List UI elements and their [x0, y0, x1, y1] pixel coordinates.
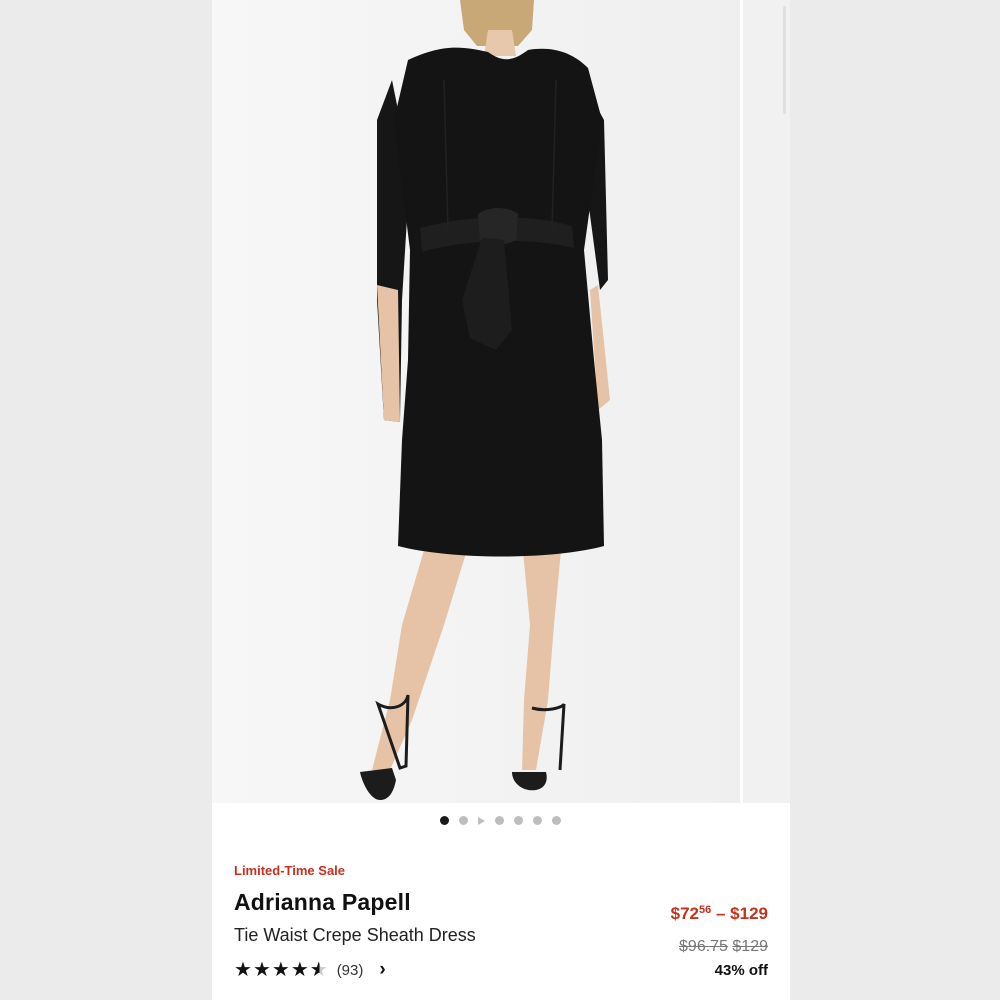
pagination-dot-5[interactable] — [513, 816, 523, 825]
pagination-dot-6[interactable] — [532, 816, 542, 825]
pagination-dot-2[interactable] — [458, 816, 468, 825]
star-icon: ★ — [290, 959, 309, 981]
product-image[interactable] — [212, 0, 740, 803]
video-play-icon[interactable] — [477, 817, 485, 825]
rating-row[interactable]: ★ ★ ★ ★ ★ (93) › — [234, 958, 386, 982]
sale-price-range: $7256 – $129 — [671, 904, 768, 924]
dress-photo-illustration — [212, 0, 740, 803]
brand-name[interactable]: Adrianna Papell — [234, 889, 411, 916]
chevron-right-icon[interactable]: › — [379, 959, 385, 981]
original-price-low: $96.75 — [679, 938, 728, 955]
product-screen: Limited-Time Sale Adrianna Papell Tie Wa… — [212, 0, 790, 1000]
right-background — [790, 0, 1000, 1000]
product-title: Tie Waist Crepe Sheath Dress — [234, 925, 476, 945]
pagination-dot-7[interactable] — [551, 816, 561, 825]
left-background — [0, 0, 212, 1000]
sale-price-low-dollars: $72 — [670, 904, 699, 923]
half-star-icon: ★ — [309, 959, 328, 981]
image-pagination — [212, 816, 790, 828]
star-icon: ★ — [252, 959, 271, 981]
sale-price-low-cents: 56 — [698, 904, 712, 916]
original-price-high: $129 — [732, 938, 768, 955]
review-count: (93) — [336, 961, 364, 979]
price-separator: – — [715, 904, 726, 923]
pagination-dot-1[interactable] — [439, 816, 449, 825]
discount-label: 43% off — [714, 962, 768, 979]
next-image-peek[interactable] — [743, 0, 790, 803]
sale-badge: Limited-Time Sale — [234, 863, 346, 878]
next-image-edge — [783, 6, 786, 114]
sale-price-high: $129 — [730, 904, 768, 923]
original-price-range: $96.75 $129 — [679, 938, 768, 956]
pagination-dot-4[interactable] — [494, 816, 504, 825]
star-icon: ★ — [234, 959, 252, 981]
star-icon: ★ — [271, 959, 290, 981]
